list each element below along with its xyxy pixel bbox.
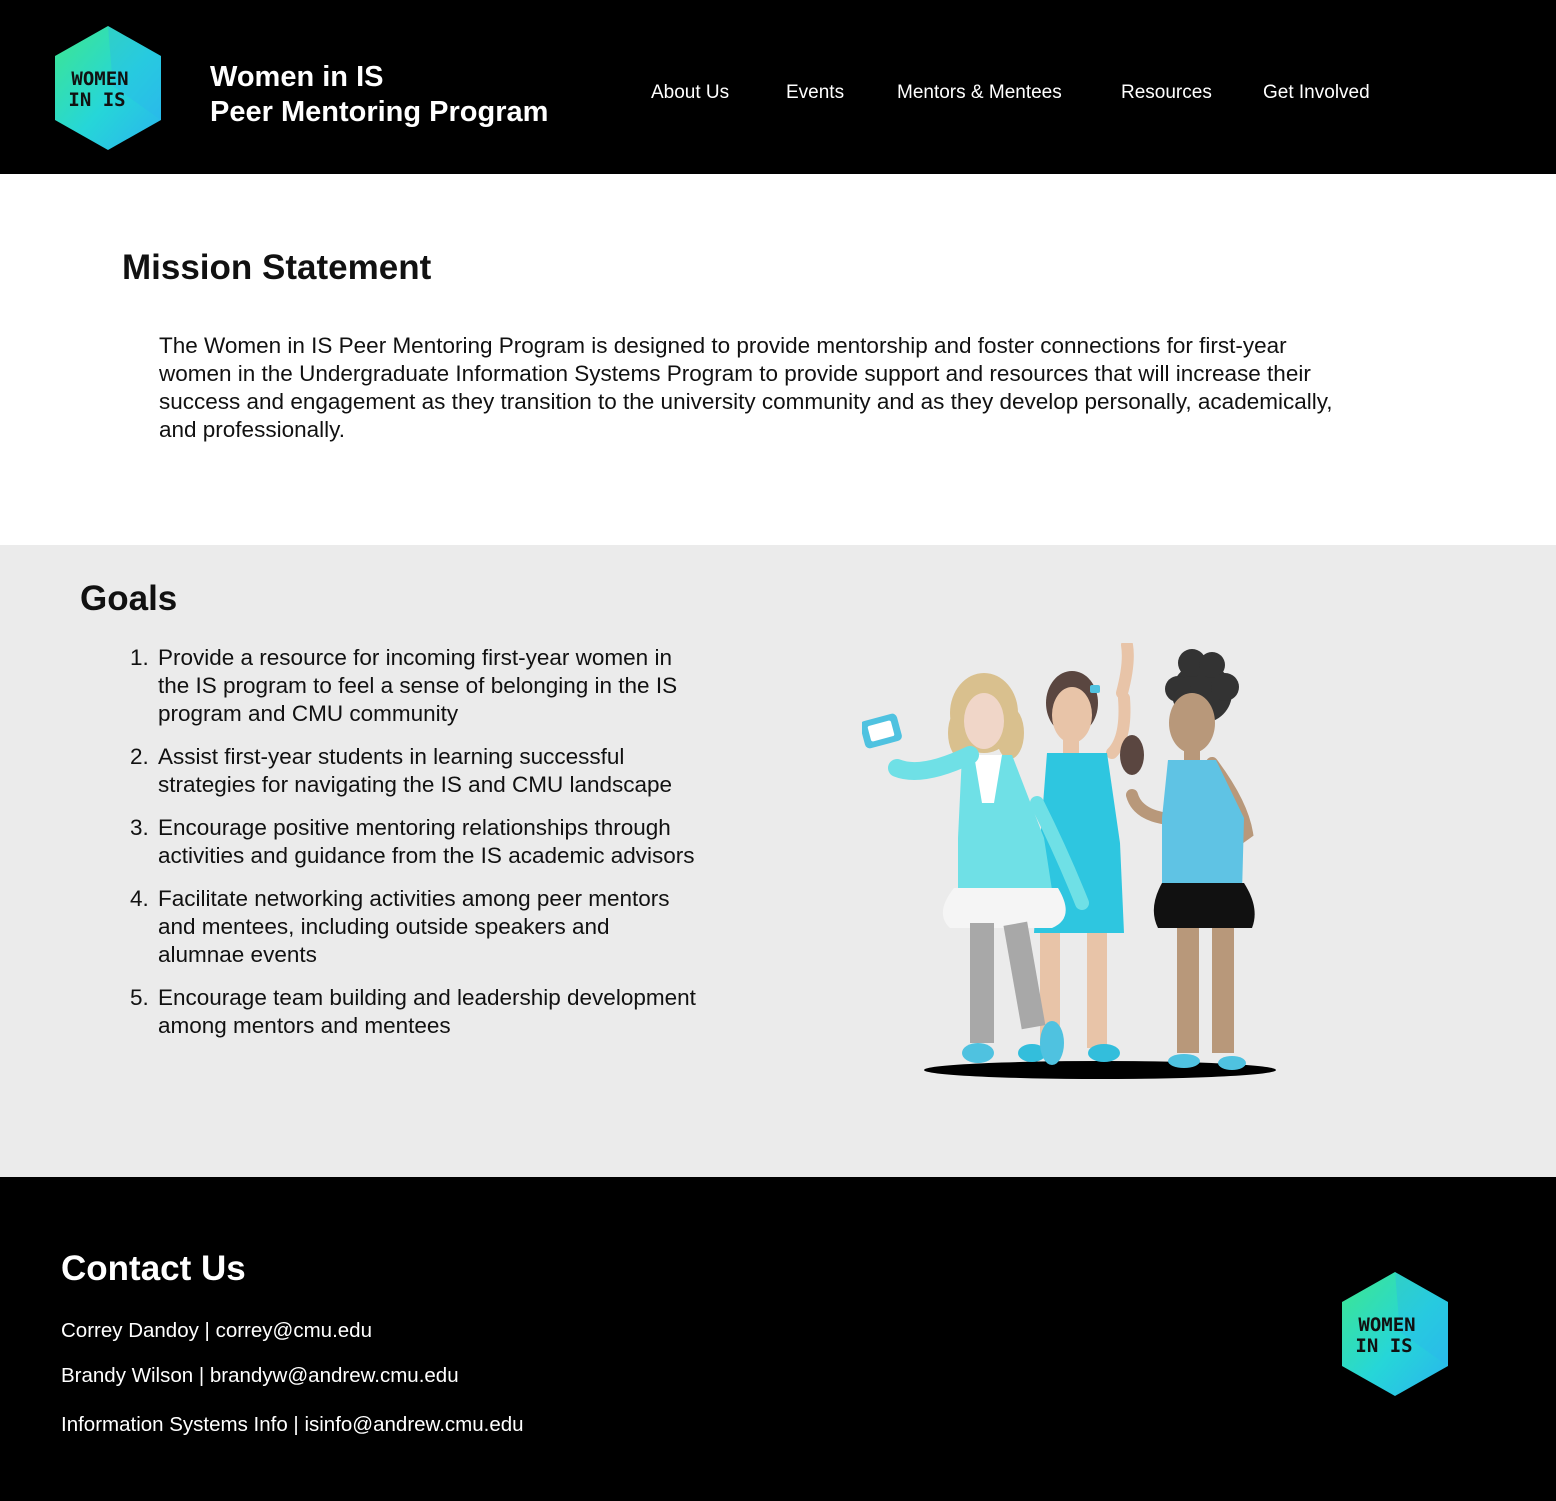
goal-text: Provide a resource for incoming first-ye… <box>158 645 678 726</box>
goal-text: Assist first-year students in learning s… <box>158 744 673 797</box>
contact-brandy[interactable]: Brandy Wilson | brandyw@andrew.cmu.edu <box>61 1364 459 1388</box>
mission-section: Mission Statement The Women in IS Peer M… <box>0 174 1556 545</box>
nav-mentors-mentees[interactable]: Mentors & Mentees <box>897 82 1062 104</box>
nav-about-us[interactable]: About Us <box>651 82 729 104</box>
main-nav: About Us Events Mentors & Mentees Resour… <box>0 82 1556 108</box>
nav-events[interactable]: Events <box>786 82 844 104</box>
nav-resources[interactable]: Resources <box>1121 82 1212 104</box>
hexagon-logo-icon: WOMEN IN IS <box>1342 1272 1448 1396</box>
contact-correy[interactable]: Correy Dandoy | correy@cmu.edu <box>61 1319 372 1343</box>
mission-heading: Mission Statement <box>122 248 432 287</box>
goal-number: 1. <box>130 645 149 670</box>
footer-logo: WOMEN IN IS <box>1340 1270 1450 1398</box>
goal-text: Encourage positive mentoring relationshi… <box>158 815 695 868</box>
goal-text: Facilitate networking activities among p… <box>158 886 670 967</box>
goal-number: 3. <box>130 815 149 840</box>
contact-heading: Contact Us <box>61 1249 246 1288</box>
svg-text:IN IS: IN IS <box>1355 1335 1412 1357</box>
three-friends-selfie-illustration <box>862 643 1276 1079</box>
contact-is-info[interactable]: Information Systems Info | isinfo@andrew… <box>61 1413 524 1437</box>
site-footer: Contact Us Correy Dandoy | correy@cmu.ed… <box>0 1177 1556 1501</box>
goal-number: 4. <box>130 886 149 911</box>
goal-number: 5. <box>130 985 149 1010</box>
goals-list: 1. Provide a resource for incoming first-… <box>130 644 698 1055</box>
goal-item: 5. Encourage team building and leadership… <box>130 984 698 1040</box>
svg-text:WOMEN: WOMEN <box>1358 1314 1415 1336</box>
goal-item: 3. Encourage positive mentoring relations… <box>130 814 698 870</box>
goal-item: 4. Facilitate networking activities among… <box>130 885 698 969</box>
goals-section: Goals 1. Provide a resource for incoming … <box>0 545 1556 1177</box>
mission-body: The Women in IS Peer Mentoring Program i… <box>159 333 1333 442</box>
goal-item: 2. Assist first-year students in learning… <box>130 743 698 799</box>
site-header: WOMEN IN IS Women in IS Peer Mentoring P… <box>0 0 1556 174</box>
goal-item: 1. Provide a resource for incoming first-… <box>130 644 698 728</box>
goals-heading: Goals <box>80 579 178 618</box>
goal-number: 2. <box>130 744 149 769</box>
nav-get-involved[interactable]: Get Involved <box>1263 82 1370 104</box>
goal-text: Encourage team building and leadership d… <box>158 985 696 1038</box>
